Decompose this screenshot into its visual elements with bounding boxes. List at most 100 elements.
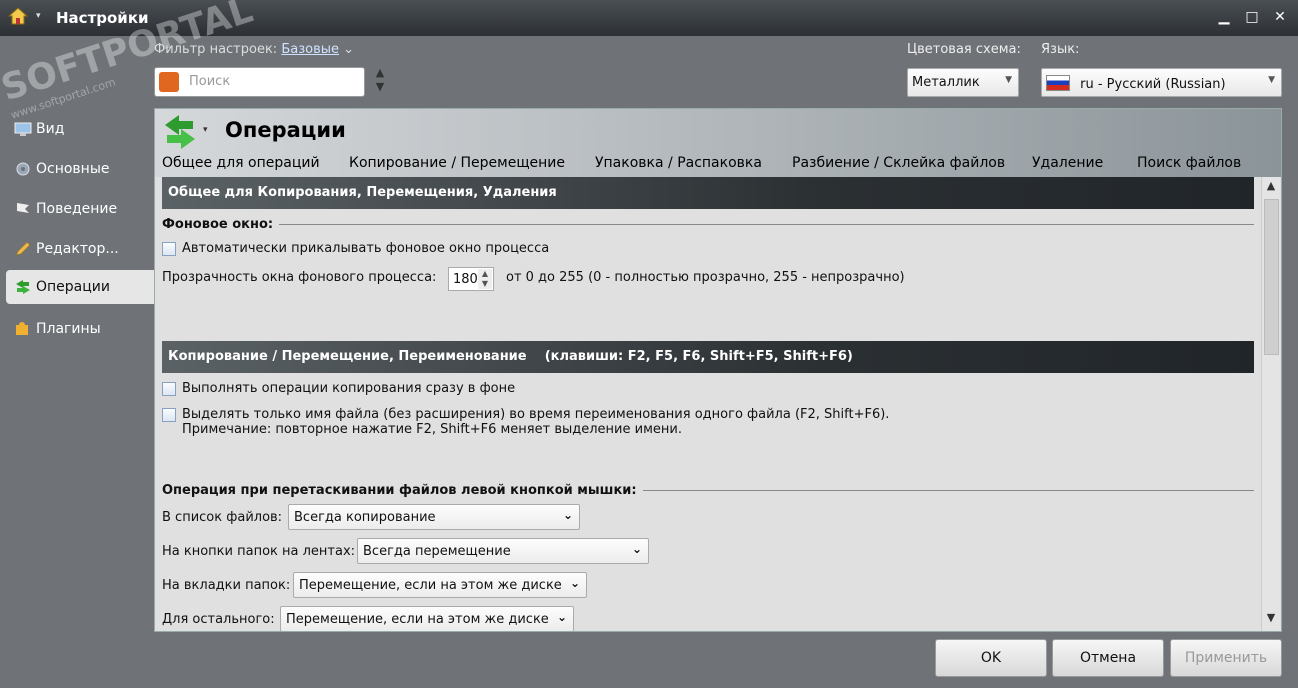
monitor-icon <box>14 122 32 136</box>
panel-header: ▾ Операции Общее для операций Копировани… <box>155 109 1281 177</box>
select-value: Перемещение, если на этом же диске <box>299 578 562 593</box>
tab-copy-move[interactable]: Копирование / Перемещение <box>349 155 565 171</box>
settings-panel: ▾ Операции Общее для операций Копировани… <box>154 108 1282 632</box>
drag-folder-buttons-select[interactable]: Всегда перемещение ⌄ <box>357 538 649 564</box>
drag-row-label: Для остального: <box>162 612 275 627</box>
tab-bar: Общее для операций Копирование / Перемещ… <box>155 153 1281 177</box>
search-placeholder: Поиск <box>189 74 231 89</box>
group-header-label: Операция при перетаскивании файлов левой… <box>162 483 637 498</box>
divider <box>642 490 1254 491</box>
checkbox-label: Выполнять операции копирования сразу в ф… <box>182 381 516 396</box>
apply-button[interactable]: Применить <box>1170 639 1282 677</box>
select-value: Всегда копирование <box>294 510 436 525</box>
bg-copy-checkbox[interactable]: Выполнять операции копирования сразу в ф… <box>162 381 515 396</box>
minimize-button[interactable]: ▁ <box>1214 8 1234 26</box>
section-header: Копирование / Перемещение, Переименовани… <box>162 341 1254 373</box>
swap-arrows-icon <box>165 115 195 149</box>
search-input[interactable]: Поиск <box>154 67 365 97</box>
sidebar-item-editor[interactable]: Редактор... <box>6 232 154 266</box>
chevron-down-icon: ▼ <box>1005 75 1012 85</box>
select-value: Перемещение, если на этом же диске <box>286 612 549 627</box>
select-name-note: Примечание: повторное нажатие F2, Shift+… <box>182 422 682 437</box>
search-icon <box>159 72 179 92</box>
chevron-down-icon: ⌄ <box>562 508 573 522</box>
tab-find-files[interactable]: Поиск файлов <box>1137 155 1241 171</box>
drag-row-label: На вкладки папок: <box>162 578 291 593</box>
swap-arrows-icon <box>16 280 30 294</box>
color-scheme-value: Металлик <box>912 75 980 90</box>
puzzle-icon <box>16 322 28 335</box>
checkbox-label: Выделять только имя файла (без расширени… <box>182 407 889 437</box>
flag-icon <box>17 203 29 213</box>
sidebar-item-label: Операции <box>36 279 110 295</box>
chevron-down-icon: ▼ <box>1268 75 1275 85</box>
divider <box>279 224 1254 225</box>
scroll-down-icon[interactable]: ▼ <box>1262 611 1280 629</box>
window-menu-caret[interactable]: ▾ <box>36 11 41 21</box>
russia-flag-icon <box>1046 75 1070 91</box>
filter-value-link[interactable]: Базовые <box>281 42 339 57</box>
settings-filter: Фильтр настроек: Базовые ⌄ <box>154 42 354 57</box>
chevron-down-icon: ⌄ <box>556 610 567 624</box>
filter-caret-icon[interactable]: ⌄ <box>343 42 354 57</box>
transparency-label: Прозрачность окна фонового процесса: <box>162 270 437 285</box>
select-value: Всегда перемещение <box>363 544 511 559</box>
sidebar: Вид Основные Поведение Редактор... Опера… <box>6 72 154 632</box>
section-header: Общее для Копирования, Перемещения, Удал… <box>162 177 1254 209</box>
home-icon[interactable] <box>8 7 28 25</box>
maximize-button[interactable]: □ <box>1242 8 1262 26</box>
sidebar-item-behavior[interactable]: Поведение <box>6 192 154 226</box>
select-name-checkbox[interactable]: Выделять только имя файла (без расширени… <box>162 407 889 437</box>
checkbox-box[interactable] <box>162 408 176 422</box>
language-value: ru - Русский (Russian) <box>1080 77 1226 92</box>
settings-content: Общее для Копирования, Перемещения, Удал… <box>156 177 1264 631</box>
language-label: Язык: <box>1041 42 1080 57</box>
chevron-down-icon: ⌄ <box>569 576 580 590</box>
search-nav-arrows[interactable]: ▲ ▼ <box>371 66 389 98</box>
page-title: Операции <box>225 118 346 142</box>
drag-folder-tabs-select[interactable]: Перемещение, если на этом же диске ⌄ <box>293 572 587 598</box>
sidebar-item-label: Поведение <box>36 201 118 217</box>
auto-pin-checkbox[interactable]: Автоматически прикалывать фоновое окно п… <box>162 241 549 256</box>
pencil-icon <box>15 241 31 256</box>
group-header: Операция при перетаскивании файлов левой… <box>162 483 1254 498</box>
sidebar-item-operations[interactable]: Операции <box>6 270 154 304</box>
sidebar-item-general[interactable]: Основные <box>6 152 154 186</box>
sidebar-item-plugins[interactable]: Плагины <box>6 312 154 346</box>
scroll-up-icon[interactable]: ▲ <box>1262 179 1280 197</box>
color-scheme-label: Цветовая схема: <box>907 42 1021 57</box>
checkbox-box[interactable] <box>162 242 176 256</box>
checkbox-label: Автоматически прикалывать фоновое окно п… <box>182 241 550 256</box>
drag-row-label: На кнопки папок на лентах: <box>162 544 356 559</box>
close-button[interactable]: ✕ <box>1270 8 1290 26</box>
sidebar-item-label: Плагины <box>36 321 101 337</box>
sidebar-item-label: Редактор... <box>36 241 119 257</box>
vertical-scrollbar[interactable]: ▲ ▼ <box>1261 177 1280 631</box>
drag-file-list-select[interactable]: Всегда копирование ⌄ <box>288 504 580 530</box>
section-keys: (клавиши: F2, F5, F6, Shift+F5, Shift+F6… <box>544 349 853 364</box>
tab-split-join[interactable]: Разбиение / Склейка файлов <box>792 155 1005 171</box>
stepper-arrows[interactable]: ▲ ▼ <box>478 269 492 289</box>
scroll-thumb[interactable] <box>1264 199 1279 355</box>
cancel-button[interactable]: Отмена <box>1052 639 1164 677</box>
tab-delete[interactable]: Удаление <box>1032 155 1103 171</box>
section-title: Копирование / Перемещение, Переименовани… <box>168 349 527 364</box>
color-scheme-select[interactable]: Металлик ▼ <box>907 68 1019 97</box>
filter-label: Фильтр настроек: <box>154 42 278 57</box>
ok-button[interactable]: OK <box>935 639 1047 677</box>
sidebar-item-view[interactable]: Вид <box>6 112 154 146</box>
tab-pack-unpack[interactable]: Упаковка / Распаковка <box>595 155 762 171</box>
transparency-stepper[interactable]: 180 ▲ ▼ <box>448 267 494 291</box>
group-header: Фоновое окно: <box>162 217 1254 232</box>
tab-general-operations[interactable]: Общее для операций <box>162 155 320 171</box>
panel-menu-caret[interactable]: ▾ <box>203 125 208 135</box>
chevron-down-icon: ⌄ <box>631 542 642 556</box>
gear-icon <box>16 162 30 176</box>
language-select[interactable]: ru - Русский (Russian) ▼ <box>1041 68 1282 97</box>
transparency-value: 180 <box>453 272 478 287</box>
drag-other-select[interactable]: Перемещение, если на этом же диске ⌄ <box>280 606 574 631</box>
drag-row-label: В список файлов: <box>162 510 283 525</box>
transparency-hint: от 0 до 255 (0 - полностью прозрачно, 25… <box>506 270 905 285</box>
sidebar-item-label: Основные <box>36 161 110 177</box>
checkbox-box[interactable] <box>162 382 176 396</box>
